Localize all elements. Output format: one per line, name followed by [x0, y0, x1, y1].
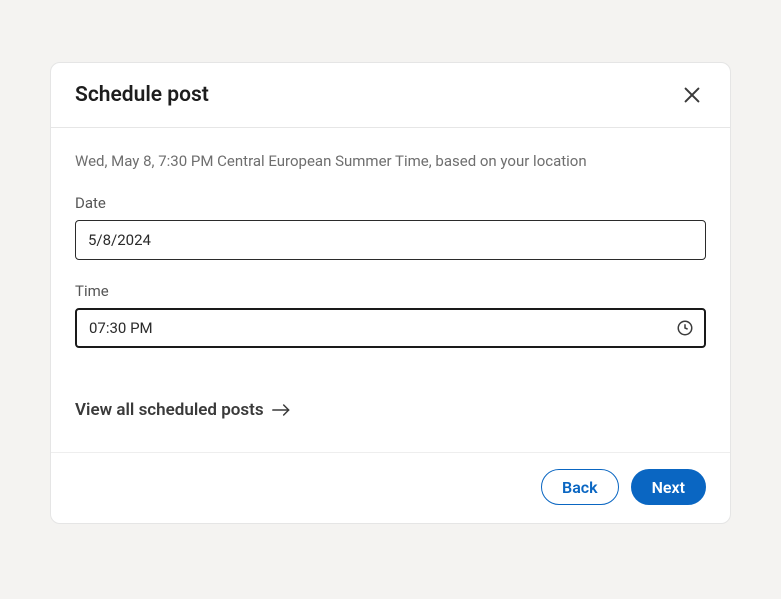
modal-body: Wed, May 8, 7:30 PM Central European Sum…	[51, 128, 730, 452]
modal-footer: Back Next	[51, 452, 730, 523]
date-label: Date	[75, 194, 706, 212]
modal-title: Schedule post	[75, 83, 209, 107]
modal-header: Schedule post	[51, 63, 730, 128]
clock-icon	[676, 319, 694, 337]
schedule-post-modal: Schedule post Wed, May 8, 7:30 PM Centra…	[50, 62, 731, 524]
time-label: Time	[75, 282, 706, 300]
time-input[interactable]	[75, 308, 706, 348]
time-field-group: Time	[75, 282, 706, 348]
back-button[interactable]: Back	[541, 469, 619, 505]
arrow-right-icon	[272, 403, 292, 417]
time-input-wrapper	[75, 308, 706, 348]
view-all-label: View all scheduled posts	[75, 400, 264, 420]
view-all-scheduled-posts-link[interactable]: View all scheduled posts	[75, 400, 292, 420]
close-button[interactable]	[678, 81, 706, 109]
date-input[interactable]	[75, 220, 706, 260]
timezone-info: Wed, May 8, 7:30 PM Central European Sum…	[75, 152, 706, 170]
close-icon	[681, 84, 703, 106]
date-field-group: Date	[75, 194, 706, 260]
next-button[interactable]: Next	[631, 469, 706, 505]
